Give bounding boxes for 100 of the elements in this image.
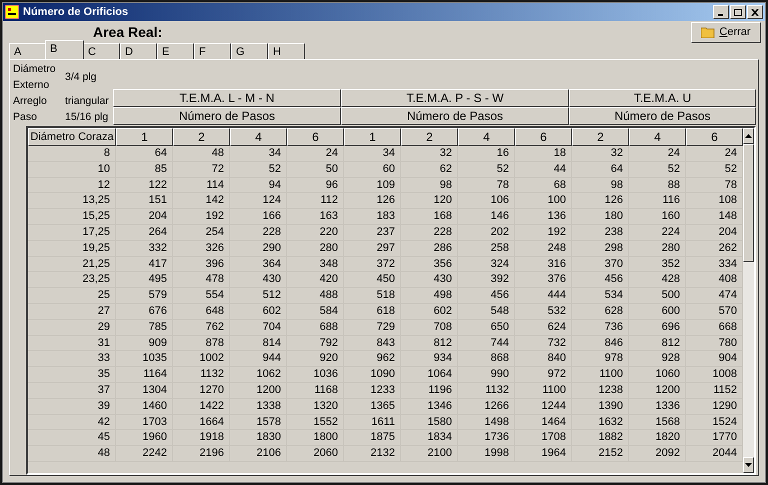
table-cell: 228 [230, 224, 287, 241]
window-title: Número de Orificios [23, 4, 130, 20]
tab[interactable]: H [268, 43, 305, 59]
table-cell: 248 [515, 240, 572, 257]
app-icon [5, 5, 19, 19]
up-arrow-icon [745, 134, 752, 138]
table-cell: 417 [116, 256, 173, 272]
column-header: 1 [116, 128, 173, 146]
table-cell: 68 [515, 178, 572, 194]
table-cell: 920 [287, 351, 344, 368]
table-cell: 1703 [116, 414, 173, 430]
table-cell: 978 [572, 351, 629, 368]
field-value: triangular [65, 94, 109, 109]
table-cell: 106 [458, 193, 515, 210]
scrollbar[interactable] [743, 128, 754, 473]
table-cell: 109 [344, 178, 401, 194]
table-cell: 280 [287, 240, 344, 257]
column-header: 4 [629, 128, 686, 146]
table-cell: 1552 [287, 414, 344, 430]
table-cell: 1196 [401, 382, 458, 399]
table-cell: 332 [116, 240, 173, 257]
table-cell: 1062 [230, 367, 287, 383]
table-cell: 2060 [287, 446, 344, 462]
tab[interactable]: D [120, 43, 157, 59]
tab[interactable]: A [9, 43, 46, 59]
table-cell: 1460 [116, 398, 173, 415]
table-cell: 1960 [116, 430, 173, 446]
table-cell: 732 [515, 336, 572, 352]
table-cell: 1100 [515, 382, 572, 399]
tab[interactable]: B [45, 40, 84, 59]
table-cell: 16 [458, 146, 515, 162]
table-cell: 19,25 [28, 240, 116, 257]
table-cell: 23,25 [28, 272, 116, 288]
table-cell: 1390 [572, 398, 629, 415]
table-cell: 45 [28, 430, 116, 446]
field-label: Diámetro Externo [13, 62, 57, 93]
tab[interactable]: G [231, 43, 268, 59]
table-cell: 392 [458, 272, 515, 288]
table-cell: 1320 [287, 398, 344, 415]
tab[interactable]: C [83, 43, 120, 59]
table-cell: 1266 [458, 398, 515, 415]
table-cell: 44 [515, 162, 572, 178]
group-header: T.E.M.A. P - S - W [341, 89, 569, 107]
scroll-up-button[interactable] [743, 128, 754, 144]
table-cell: 1002 [173, 351, 230, 368]
table-cell: 237 [344, 224, 401, 241]
table-cell: 298 [572, 240, 629, 257]
table-cell: 2132 [344, 446, 401, 462]
table-cell: 25 [28, 288, 116, 304]
table-cell: 151 [116, 193, 173, 210]
table-cell: 52 [230, 162, 287, 178]
table-cell: 812 [629, 336, 686, 352]
table-cell: 98 [401, 178, 458, 194]
table-cell: 34 [344, 146, 401, 162]
table-cell: 324 [458, 256, 515, 272]
table-cell: 96 [287, 178, 344, 194]
table-cell: 1060 [629, 367, 686, 383]
tab[interactable]: F [194, 43, 231, 59]
table-cell: 488 [287, 288, 344, 304]
table-cell: 1800 [287, 430, 344, 446]
close-icon [751, 8, 759, 16]
tab[interactable]: E [157, 43, 194, 59]
table-cell: 326 [173, 240, 230, 257]
scroll-down-button[interactable] [743, 457, 754, 473]
column-header: 6 [686, 128, 743, 146]
table-cell: 192 [173, 209, 230, 225]
table-cell: 52 [458, 162, 515, 178]
column-header: 2 [572, 128, 629, 146]
table-cell: 116 [629, 193, 686, 210]
table-cell: 478 [173, 272, 230, 288]
column-header: Diámetro Coraza [28, 128, 116, 146]
close-button[interactable] [747, 5, 763, 19]
table-cell: 648 [173, 304, 230, 320]
column-header: 6 [287, 128, 344, 146]
minimize-button[interactable] [713, 5, 729, 19]
table-cell: 990 [458, 367, 515, 383]
table-cell: 495 [116, 272, 173, 288]
table-cell: 204 [116, 209, 173, 225]
table-cell: 372 [344, 256, 401, 272]
table-cell: 62 [401, 162, 458, 178]
close-button[interactable]: Cerrar [691, 22, 761, 43]
table-cell: 1998 [458, 446, 515, 462]
table-cell: 1036 [287, 367, 344, 383]
table-cell: 114 [173, 178, 230, 194]
table-cell: 704 [230, 320, 287, 336]
table-cell: 34 [230, 146, 287, 162]
maximize-button[interactable] [730, 5, 746, 19]
table-cell: 972 [515, 367, 572, 383]
table-cell: 628 [572, 304, 629, 320]
field-value: 15/16 plg [65, 110, 108, 125]
table-cell: 498 [401, 288, 458, 304]
table-cell: 364 [230, 256, 287, 272]
table-cell: 1498 [458, 414, 515, 430]
table-cell: 27 [28, 304, 116, 320]
table-cell: 1200 [230, 382, 287, 399]
table-cell: 456 [458, 288, 515, 304]
table-cell: 602 [230, 304, 287, 320]
table-cell: 729 [344, 320, 401, 336]
table-cell: 1090 [344, 367, 401, 383]
scroll-thumb[interactable] [743, 144, 754, 262]
